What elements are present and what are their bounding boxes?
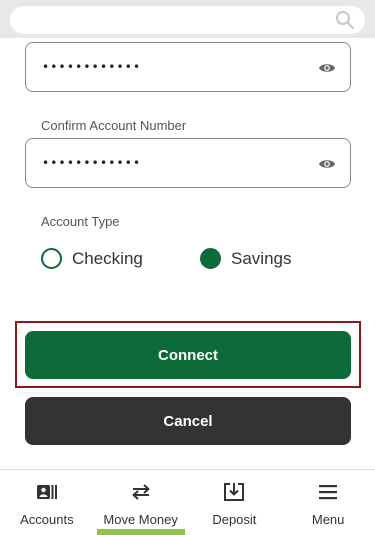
radio-checking-label: Checking	[72, 248, 143, 268]
radio-checking-circle[interactable]	[41, 248, 62, 269]
nav-move-money-label: Move Money	[103, 512, 178, 527]
cancel-button[interactable]: Cancel	[25, 397, 351, 445]
hamburger-menu-icon	[319, 485, 338, 500]
eye-icon[interactable]	[318, 155, 336, 173]
account-number-value: ••••••••••••	[42, 60, 142, 74]
accounts-icon	[36, 485, 57, 499]
deposit-icon	[224, 483, 245, 501]
radio-savings[interactable]: Savings	[200, 248, 291, 269]
confirm-account-number-field[interactable]: ••••••••••••	[25, 138, 351, 188]
nav-menu[interactable]: Menu	[281, 470, 375, 535]
nav-menu-label: Menu	[311, 512, 345, 527]
connect-button[interactable]: Connect	[25, 331, 351, 379]
bottom-navigation: Accounts Move Money Deposit Menu	[0, 469, 375, 535]
nav-accounts-label: Accounts	[20, 512, 74, 527]
radio-checking[interactable]: Checking	[41, 248, 143, 269]
account-type-label: Account Type	[41, 214, 120, 229]
active-tab-indicator	[96, 529, 185, 535]
confirm-account-number-value: ••••••••••••	[42, 156, 142, 170]
transfer-arrows-icon	[132, 484, 150, 500]
search-input[interactable]	[10, 6, 365, 34]
account-number-field[interactable]: ••••••••••••	[25, 42, 351, 92]
eye-icon[interactable]	[318, 59, 336, 77]
nav-move-money[interactable]: Move Money	[94, 470, 188, 535]
confirm-account-number-label: Confirm Account Number	[41, 118, 187, 133]
nav-deposit[interactable]: Deposit	[188, 470, 282, 535]
top-search-bar	[0, 0, 375, 38]
radio-savings-circle[interactable]	[200, 248, 221, 269]
search-icon[interactable]	[335, 10, 355, 30]
nav-deposit-label: Deposit	[212, 512, 257, 527]
radio-savings-label: Savings	[231, 248, 292, 268]
nav-accounts[interactable]: Accounts	[0, 470, 94, 535]
